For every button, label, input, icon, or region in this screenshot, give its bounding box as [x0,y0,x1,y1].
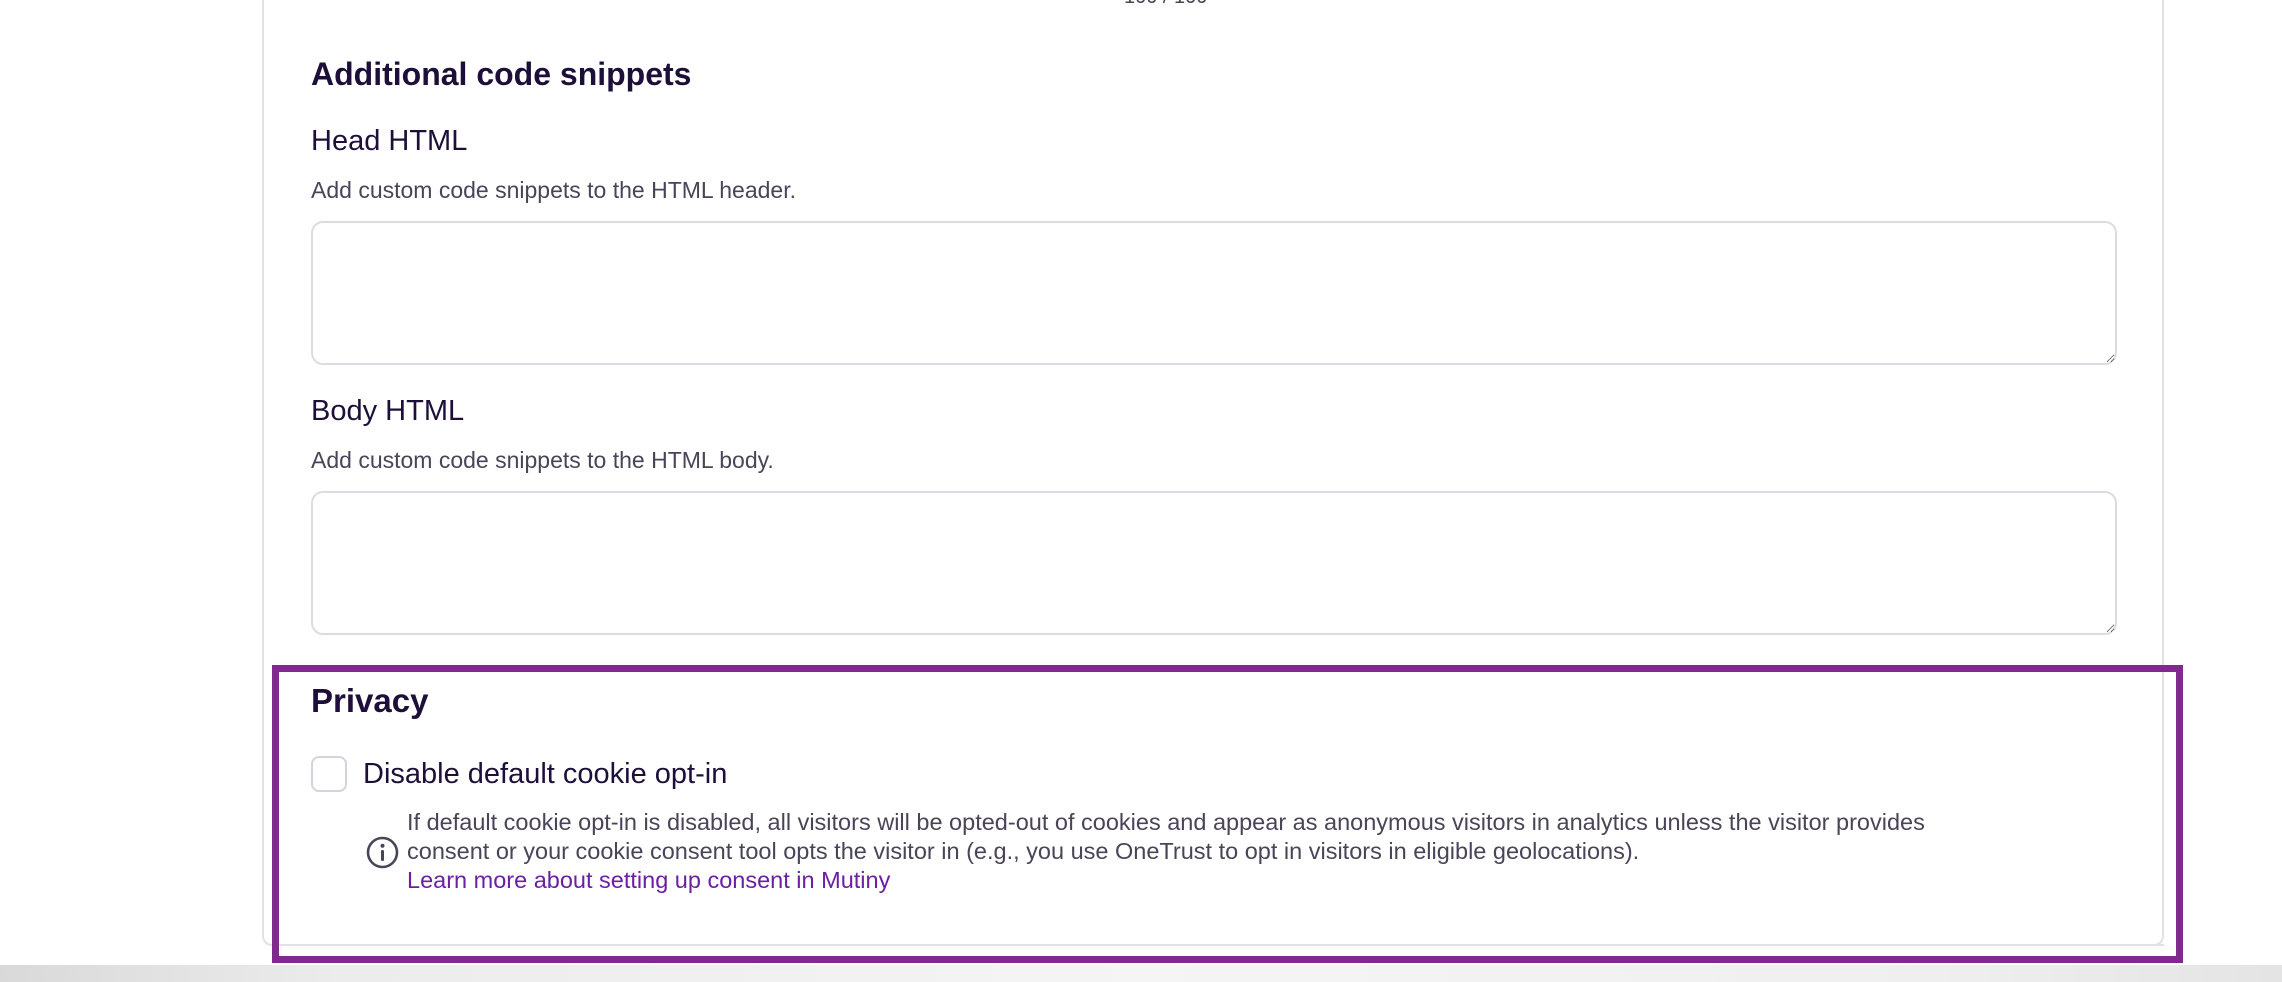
learn-more-consent-link[interactable]: Learn more about setting up consent in M… [407,867,890,893]
page-bottom-fade [0,965,2282,982]
body-html-help: Add custom code snippets to the HTML bod… [311,447,774,473]
head-html-label: Head HTML [311,125,468,157]
head-html-textarea[interactable] [311,221,2117,365]
body-html-label: Body HTML [311,395,465,427]
info-text-line-1: If default cookie opt-in is disabled, al… [407,809,1925,835]
additional-code-snippets-title: Additional code snippets [311,56,692,92]
privacy-title: Privacy [311,682,429,719]
settings-page: 100 / 100 Additional code snippets Head … [0,0,2282,982]
cookie-opt-in-row[interactable]: Disable default cookie opt-in [311,754,727,794]
head-html-help: Add custom code snippets to the HTML hea… [311,177,796,203]
cookie-opt-in-info: If default cookie opt-in is disabled, al… [407,808,2107,895]
disable-cookie-opt-in-checkbox[interactable] [311,756,347,792]
body-html-textarea[interactable] [311,491,2117,635]
info-circle-icon [366,836,399,869]
info-text-line-2: consent or your cookie consent tool opts… [407,838,1640,864]
card-bottom-border [282,944,2164,946]
disable-cookie-opt-in-label[interactable]: Disable default cookie opt-in [363,758,727,791]
character-counter: 100 / 100 [1124,0,1207,9]
